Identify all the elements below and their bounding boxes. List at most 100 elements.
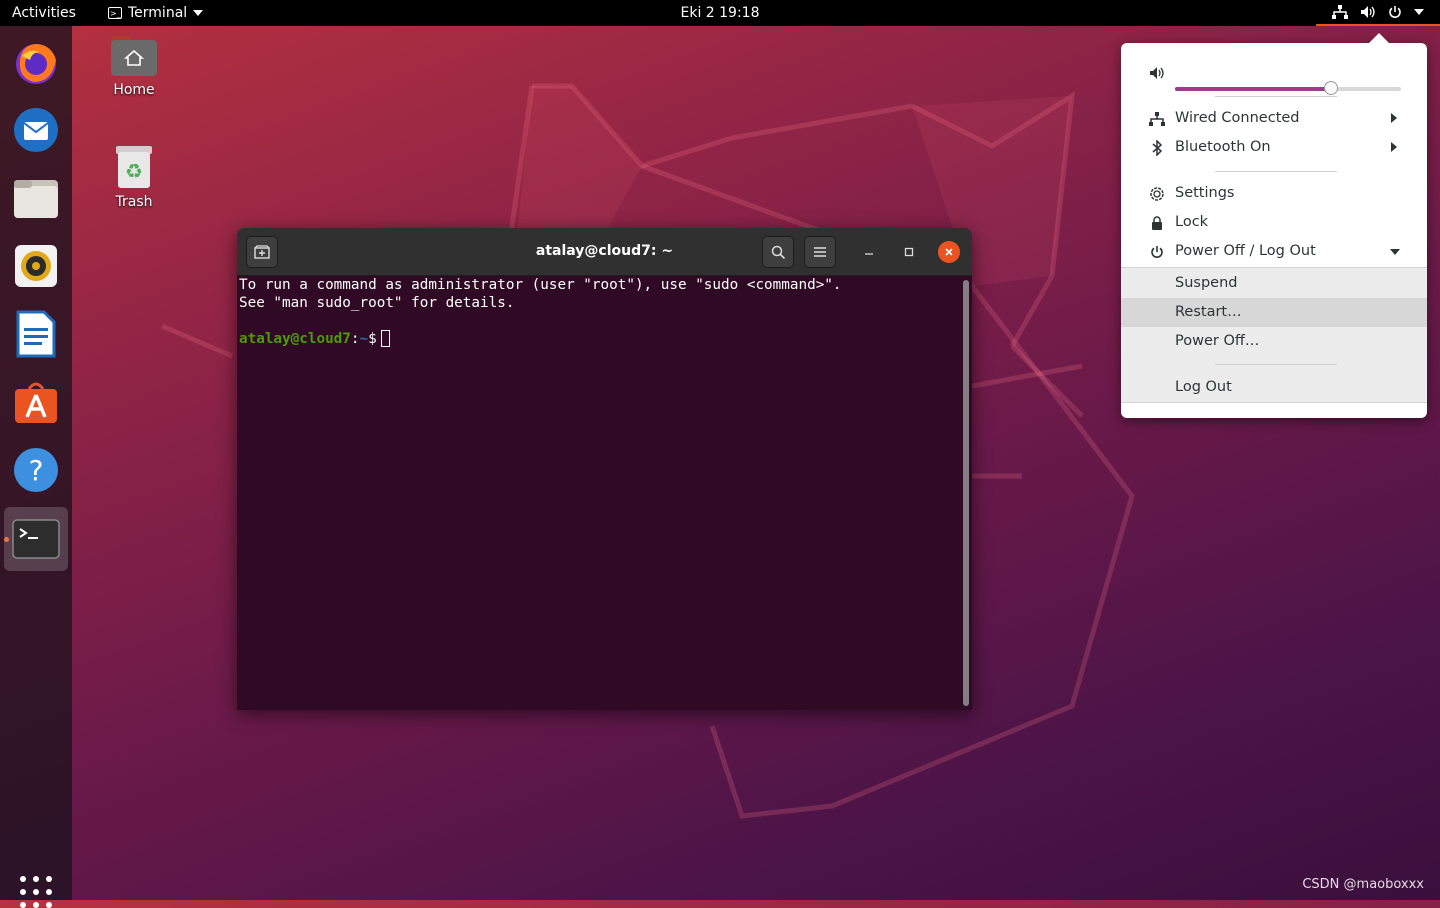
chevron-right-icon [1391, 142, 1397, 152]
dock-software[interactable] [10, 376, 62, 428]
network-icon [1332, 5, 1348, 19]
prompt-user: atalay@cloud7 [239, 331, 351, 347]
prompt-symbol: $ [368, 331, 377, 347]
dock-thunderbird[interactable] [10, 104, 62, 156]
terminal-icon [12, 519, 60, 559]
restart-item[interactable]: Restart… [1121, 298, 1427, 327]
software-store-icon [15, 382, 57, 423]
power-submenu: Suspend Restart… Power Off… Log Out [1121, 267, 1427, 403]
minimize-button[interactable] [858, 241, 880, 263]
power-logout-label: Power Off / Log Out [1175, 243, 1316, 259]
dock-firefox[interactable] [10, 36, 62, 88]
wired-connected-label: Wired Connected [1175, 110, 1300, 126]
dock-writer[interactable] [10, 308, 62, 360]
help-icon: ? [14, 448, 58, 492]
menu-separator [1215, 364, 1337, 365]
chevron-right-icon [1391, 113, 1397, 123]
writer-icon [16, 310, 56, 358]
terminal-line: To run a command as administrator (user … [239, 277, 842, 293]
settings-label: Settings [1175, 185, 1235, 201]
prompt-path: ~ [359, 331, 369, 347]
log-out-label: Log Out [1175, 379, 1232, 395]
home-folder-icon [111, 36, 157, 76]
wired-connected-item[interactable]: Wired Connected [1121, 104, 1427, 133]
power-off-item[interactable]: Power Off… [1121, 327, 1427, 356]
files-icon [14, 180, 58, 218]
menu-button[interactable] [804, 236, 836, 268]
volume-row [1121, 58, 1427, 95]
chevron-down-icon [193, 10, 204, 16]
dock-help[interactable]: ? [10, 444, 62, 496]
bluetooth-label: Bluetooth On [1175, 139, 1271, 155]
trash-icon: ♻ [116, 146, 152, 188]
settings-item[interactable]: Settings [1121, 179, 1427, 208]
network-icon [1149, 111, 1165, 127]
system-menu: Wired Connected Bluetooth On Settings Lo… [1121, 33, 1427, 418]
volume-slider-fill [1175, 87, 1331, 91]
close-icon [945, 248, 953, 256]
bluetooth-icon [1149, 140, 1165, 156]
new-tab-button[interactable] [246, 236, 278, 268]
log-out-item[interactable]: Log Out [1121, 373, 1427, 402]
bluetooth-item[interactable]: Bluetooth On [1121, 133, 1427, 162]
terminal-icon: >_ [108, 7, 122, 19]
dock-terminal[interactable] [4, 507, 68, 571]
restart-label: Restart… [1175, 304, 1242, 320]
terminal-output[interactable]: To run a command as administrator (user … [239, 276, 960, 710]
maximize-button[interactable] [898, 241, 920, 263]
power-off-label: Power Off… [1175, 333, 1260, 349]
desktop-trash[interactable]: ♻ Trash [89, 144, 179, 210]
show-applications-grid-icon[interactable] [20, 876, 52, 908]
clock-button[interactable]: Eki 2 19:18 [681, 5, 760, 21]
suspend-item[interactable]: Suspend [1121, 269, 1427, 298]
thunderbird-icon [14, 108, 58, 152]
terminal-header-bar[interactable]: atalay@cloud7: ~ [237, 228, 972, 276]
power-icon [1149, 244, 1165, 260]
terminal-line: See "man sudo_root" for details. [239, 295, 515, 311]
svg-text:?: ? [29, 454, 44, 487]
power-icon [1389, 6, 1401, 18]
desktop-home[interactable]: Home [89, 34, 179, 98]
dock: ? [0, 26, 72, 908]
speaker-icon [1149, 65, 1165, 81]
firefox-icon [16, 44, 56, 84]
search-button[interactable] [762, 236, 794, 268]
speaker-icon [1361, 6, 1375, 18]
app-menu-button[interactable]: >_ Terminal [108, 0, 204, 26]
prompt-separator: : [350, 331, 360, 347]
dock-files[interactable] [10, 172, 62, 224]
terminal-window[interactable]: atalay@cloud7: ~ To run a command as adm… [237, 228, 972, 710]
power-logout-item[interactable]: Power Off / Log Out [1121, 237, 1427, 266]
close-button[interactable] [938, 241, 960, 263]
terminal-scrollbar[interactable] [963, 280, 969, 706]
app-menu-label: Terminal [128, 5, 188, 21]
terminal-prompt: atalay@cloud7:~$ [239, 330, 960, 348]
menu-separator [1215, 96, 1337, 97]
desktop-home-label: Home [113, 82, 155, 98]
text-cursor [380, 330, 390, 347]
activities-button[interactable]: Activities [12, 0, 76, 26]
terminal-title: atalay@cloud7: ~ [535, 243, 674, 259]
volume-slider[interactable] [1175, 81, 1401, 95]
dock-rhythmbox[interactable] [10, 240, 62, 292]
minimize-icon [865, 253, 873, 255]
rhythmbox-icon [15, 245, 57, 287]
lock-icon [1149, 215, 1165, 231]
new-tab-icon [254, 245, 270, 259]
search-icon [771, 245, 785, 259]
chevron-down-icon [1390, 249, 1400, 255]
lock-label: Lock [1175, 214, 1209, 230]
desktop-trash-label: Trash [115, 194, 153, 210]
suspend-label: Suspend [1175, 275, 1238, 291]
hamburger-menu-icon [814, 247, 826, 257]
chevron-down-icon [1414, 9, 1424, 15]
lock-item[interactable]: Lock [1121, 208, 1427, 237]
system-tray-button[interactable] [1316, 0, 1440, 26]
top-bar: Activities >_ Terminal Eki 2 19:18 [0, 0, 1440, 26]
menu-separator [1215, 171, 1337, 172]
svg-text:♻: ♻ [125, 159, 143, 183]
maximize-icon [904, 247, 914, 257]
watermark: CSDN @maoboxxx [1302, 877, 1424, 892]
volume-slider-handle[interactable] [1323, 81, 1338, 95]
gear-icon [1149, 186, 1165, 202]
